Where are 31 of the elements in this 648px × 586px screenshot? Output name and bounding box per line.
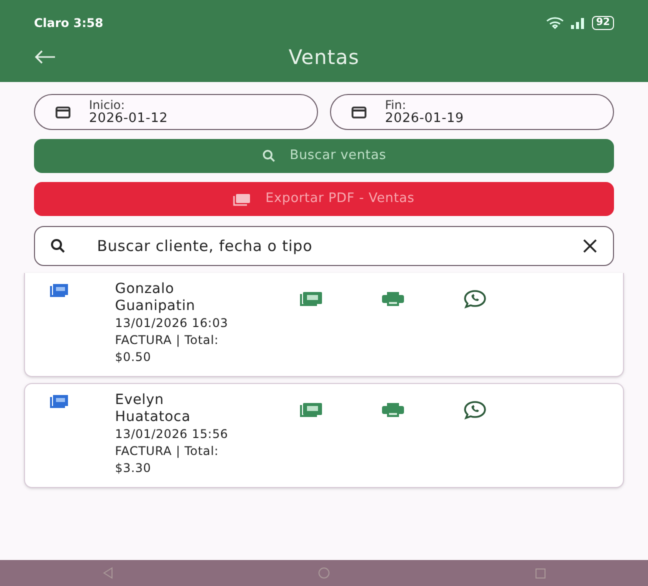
calendar-icon <box>55 105 71 119</box>
sale-card[interactable]: Gonzalo Guanipatin 13/01/2026 16:03 FACTURA | Total: $0.50 <box>24 273 624 377</box>
date-label: Inicio: <box>89 98 126 112</box>
sale-card[interactable]: Evelyn Huatatoca 13/01/2026 15:56 FACTURA | Total: $3.30 <box>24 383 624 488</box>
receipt-icon <box>49 394 69 409</box>
print-icon[interactable] <box>381 403 405 417</box>
sale-details: Gonzalo Guanipatin 13/01/2026 16:03 FACTURA | Total: $0.50 <box>115 281 230 366</box>
chat-phone-icon[interactable] <box>463 289 487 309</box>
back-icon[interactable] <box>34 50 56 64</box>
date-value: 2026-01-19 <box>385 112 464 126</box>
pdf-icon <box>233 192 252 206</box>
search-icon <box>50 238 66 254</box>
sale-details: Evelyn Huatatoca 13/01/2026 15:56 FACTURA | Total: $3.30 <box>115 392 230 477</box>
wifi-icon <box>546 17 564 29</box>
date-value: 2026-01-12 <box>89 112 168 126</box>
pdf-icon[interactable] <box>299 291 323 307</box>
date-label: Fin: <box>385 98 408 112</box>
calendar-icon <box>351 105 367 119</box>
status-time: Claro 3:58 <box>34 15 104 32</box>
search-field[interactable]: Buscar cliente, fecha o tipo <box>34 226 614 266</box>
search-icon <box>262 149 276 163</box>
date-picker[interactable]: Fin: 2026-01-19 <box>330 94 614 130</box>
signal-icon <box>570 17 586 29</box>
screen-title: Ventas <box>288 44 360 71</box>
battery-level: 92 <box>592 16 614 30</box>
print-icon[interactable] <box>381 292 405 306</box>
chat-phone-icon[interactable] <box>463 400 487 420</box>
clear-icon[interactable] <box>582 239 598 253</box>
pdf-icon[interactable] <box>299 402 323 418</box>
date-picker[interactable]: Inicio: 2026-01-12 <box>34 94 318 130</box>
receipt-icon <box>49 283 69 298</box>
